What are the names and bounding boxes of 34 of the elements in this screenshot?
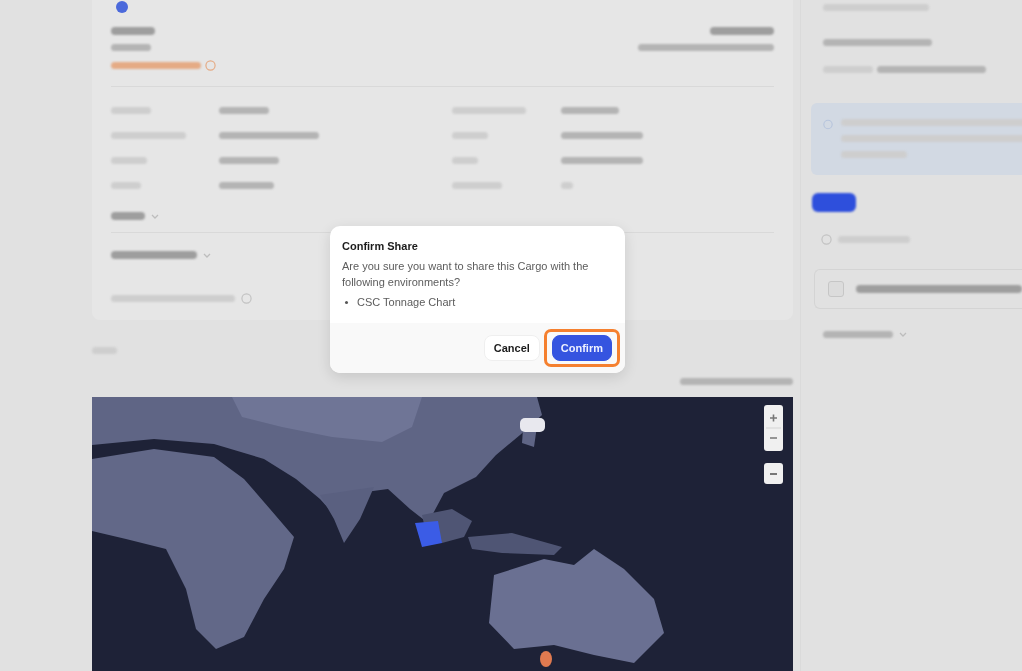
blurred-text	[452, 157, 478, 164]
dialog-message: Are you sure you want to share this Cargo with the following environments?	[342, 259, 590, 290]
blurred-text	[452, 182, 502, 189]
blurred-text	[219, 182, 274, 189]
blurred-text	[111, 182, 141, 189]
blurred-text	[111, 157, 147, 164]
blurred-text	[219, 107, 269, 114]
blurred-text	[111, 27, 155, 35]
confirm-button[interactable]: Confirm	[551, 335, 612, 361]
chevron-icon	[151, 213, 159, 219]
circle-icon	[823, 119, 833, 130]
map-control[interactable]	[764, 463, 783, 484]
blurred-button[interactable]	[812, 193, 856, 212]
status-dot	[116, 1, 128, 13]
blurred-text	[219, 157, 279, 164]
blurred-text	[561, 107, 619, 114]
blurred-text	[111, 212, 145, 220]
environment-name: CSC Tonnage Chart	[357, 295, 456, 310]
chevron-icon	[203, 252, 211, 258]
blurred-text	[111, 44, 151, 51]
dialog-title: Confirm Share	[342, 239, 419, 253]
cancel-button[interactable]: Cancel	[483, 335, 540, 361]
blurred-text	[710, 27, 774, 35]
bullet-icon	[345, 300, 348, 304]
blurred-text	[452, 132, 488, 139]
chevron-icon	[899, 332, 907, 337]
zoom-control[interactable]	[764, 405, 783, 451]
circle-icon	[241, 293, 252, 304]
circle-icon	[821, 234, 832, 245]
square-icon	[828, 281, 844, 297]
blurred-text	[823, 331, 893, 338]
blurred-text	[561, 182, 573, 189]
circle-icon	[205, 60, 216, 71]
blurred-text	[111, 107, 151, 114]
